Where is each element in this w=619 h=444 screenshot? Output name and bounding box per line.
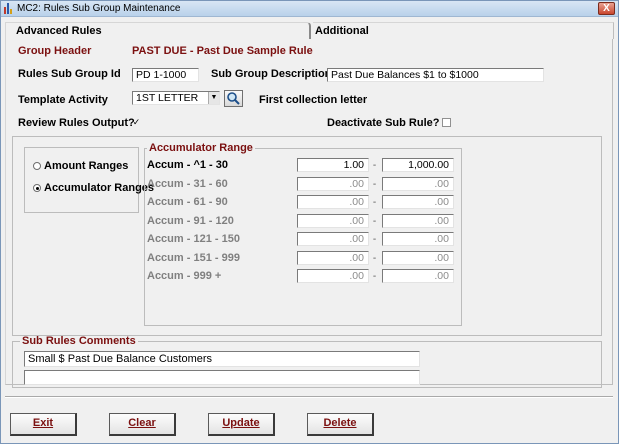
- template-activity-value: 1ST LETTER: [136, 92, 199, 104]
- template-activity-desc: First collection letter: [259, 94, 368, 106]
- accumulator-range-title: Accumulator Range: [147, 142, 255, 154]
- amount-ranges-radio[interactable]: [33, 162, 41, 170]
- sub-group-desc-input[interactable]: Past Due Balances $1 to $1000: [327, 68, 544, 82]
- accum-to-input[interactable]: .00: [382, 195, 454, 209]
- divider: [5, 396, 613, 398]
- comment-line-1-input[interactable]: Small $ Past Due Balance Customers: [24, 351, 420, 367]
- magnifier-icon: [227, 92, 240, 105]
- review-output-label: Review Rules Output?: [18, 117, 135, 129]
- range-separator: -: [372, 253, 377, 264]
- accum-from-input[interactable]: .00: [297, 214, 369, 228]
- comments-title: Sub Rules Comments: [20, 335, 138, 347]
- tab-additional[interactable]: Additional: [313, 22, 614, 39]
- sub-group-id-input[interactable]: PD 1-1000: [132, 68, 199, 82]
- accum-from-input[interactable]: .00: [297, 195, 369, 209]
- window-title: MC2: Rules Sub Group Maintenance: [17, 3, 181, 14]
- accumulator-ranges-label: Accumulator Ranges: [44, 182, 155, 194]
- accum-from-input[interactable]: .00: [297, 251, 369, 265]
- range-separator: -: [372, 216, 377, 227]
- group-header-label: Group Header: [18, 45, 92, 57]
- accum-from-input[interactable]: .00: [297, 269, 369, 283]
- accumulator-ranges-radio[interactable]: [33, 184, 41, 192]
- range-separator: -: [372, 197, 377, 208]
- app-chart-icon: [4, 3, 14, 14]
- amount-ranges-label: Amount Ranges: [44, 160, 129, 172]
- range-type-group: [24, 147, 139, 213]
- range-separator: -: [372, 271, 377, 282]
- update-button[interactable]: Update: [208, 413, 275, 436]
- template-activity-select[interactable]: 1ST LETTER ▼: [132, 91, 220, 105]
- accum-row-label: Accum - 151 - 999: [147, 252, 240, 264]
- accum-to-input[interactable]: .00: [382, 177, 454, 191]
- exit-button[interactable]: Exit: [10, 413, 77, 436]
- group-header-value: PAST DUE - Past Due Sample Rule: [132, 45, 313, 57]
- range-separator: -: [372, 234, 377, 245]
- title-bar[interactable]: MC2: Rules Sub Group Maintenance X: [1, 1, 618, 17]
- accum-to-input[interactable]: 1,000.00: [382, 158, 454, 172]
- accum-to-input[interactable]: .00: [382, 251, 454, 265]
- review-output-checkbox[interactable]: ✓: [132, 118, 141, 127]
- chevron-down-icon[interactable]: ▼: [208, 92, 219, 104]
- accum-from-input[interactable]: .00: [297, 232, 369, 246]
- accum-to-input[interactable]: .00: [382, 232, 454, 246]
- sub-group-desc-label: Sub Group Description: [211, 68, 332, 80]
- accum-row-label: Accum - 121 - 150: [147, 233, 240, 245]
- range-separator: -: [372, 179, 377, 190]
- lookup-button[interactable]: [224, 90, 243, 107]
- accum-row-label: Accum - 999 +: [147, 270, 222, 282]
- accum-from-input[interactable]: 1.00: [297, 158, 369, 172]
- comment-line-2-input[interactable]: [24, 370, 420, 385]
- accum-to-input[interactable]: .00: [382, 214, 454, 228]
- sub-group-id-label: Rules Sub Group Id: [18, 68, 121, 80]
- deactivate-checkbox[interactable]: [442, 118, 451, 127]
- rules-sub-group-window: MC2: Rules Sub Group Maintenance X Advan…: [0, 0, 619, 444]
- accum-row-label: Accum - 61 - 90: [147, 196, 228, 208]
- range-separator: -: [372, 160, 377, 171]
- accum-from-input[interactable]: .00: [297, 177, 369, 191]
- deactivate-label: Deactivate Sub Rule?: [327, 117, 440, 129]
- accum-to-input[interactable]: .00: [382, 269, 454, 283]
- clear-button[interactable]: Clear: [109, 413, 176, 436]
- close-button[interactable]: X: [598, 2, 615, 15]
- template-activity-label: Template Activity: [18, 94, 108, 106]
- tab-advanced-rules[interactable]: Advanced Rules: [5, 22, 311, 39]
- accum-row-label: Accum - 31 - 60: [147, 178, 228, 190]
- accum-row-label: Accum - ^1 - 30: [147, 159, 229, 171]
- accum-row-label: Accum - 91 - 120: [147, 215, 234, 227]
- delete-button[interactable]: Delete: [307, 413, 374, 436]
